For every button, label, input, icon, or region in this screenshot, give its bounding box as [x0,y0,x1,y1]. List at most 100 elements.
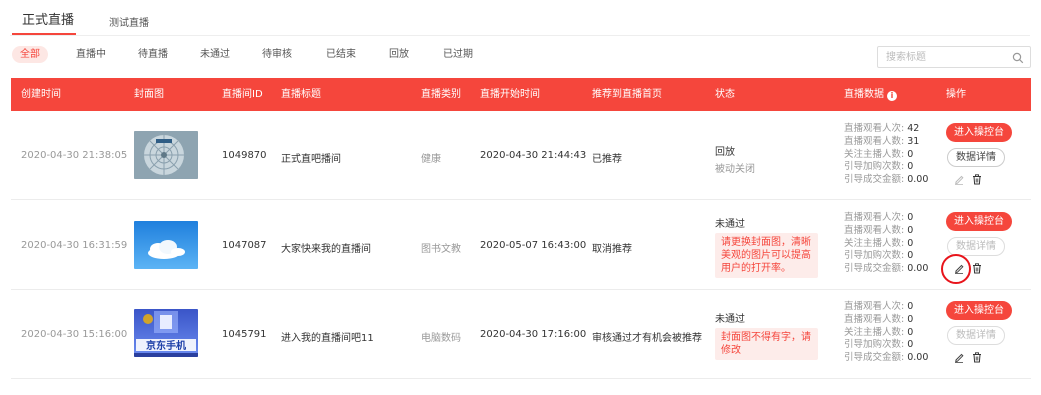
col-status: 状态 [715,89,735,100]
live-category: 健康 [421,154,441,165]
stat-sales-amount: 引导成交金额: 0.00 [844,263,929,275]
row-icon-actions [941,254,1016,284]
row-actions: 进入操控台 数据详情 [941,212,1016,284]
room-id: 1045791 [222,329,267,340]
recommend-status: 审核通过才有机会被推荐 [592,329,702,344]
stat-views: 直播观看人次: 0 [844,301,914,312]
live-category: 图书文教 [421,244,461,255]
tab-formal-live[interactable]: 正式直播 [22,9,74,28]
data-detail-button: 数据详情 [947,326,1005,345]
stat-add-to-cart: 引导加购次数: 0 [844,339,914,351]
live-stats: 直播观看人次: 0 直播观看人数: 0 关注主播人数: 0 引导加购次数: 0 … [844,212,928,276]
col-title: 直播标题 [281,89,321,100]
col-actions: 操作 [946,89,966,100]
stat-views: 直播观看人次: 42 [844,123,920,134]
edit-icon[interactable] [954,174,964,185]
status-text: 未通过 [715,219,745,230]
live-status: 未通过 封面图不得有字，请修改 [715,310,818,360]
row-actions: 进入操控台 数据详情 [946,123,1016,186]
live-title: 正式直吧播间 [281,154,341,165]
delete-icon[interactable] [972,174,982,185]
status-text: 未通过 [715,314,745,325]
jd-phone-image: 京东手机 [134,309,198,357]
cover-text: 京东手机 [146,339,186,352]
sky-image [134,221,198,269]
highlight-circle [941,254,971,284]
cover-image [134,131,198,179]
edit-icon[interactable] [954,352,964,363]
stat-viewers: 直播观看人数: 31 [844,135,920,147]
enter-console-button[interactable]: 进入操控台 [946,301,1012,320]
filter-all[interactable]: 全部 [12,46,48,63]
live-type-tabs: 正式直播 测试直播 [10,0,1030,36]
filter-playback[interactable]: 回放 [381,46,417,63]
stat-followers: 关注主播人数: 0 [844,148,914,160]
col-room-id: 直播间ID [222,89,263,100]
live-title: 大家快来我的直播间 [281,244,371,255]
status-subtext: 被动关闭 [715,164,755,175]
live-status: 未通过 请更换封面图，清晰美观的图片可以提高用户的打开率。 [715,215,818,278]
start-time: 2020-05-07 16:43:00 [480,240,587,251]
filter-pending-review[interactable]: 待审核 [254,46,300,63]
recommend-status: 取消推荐 [592,240,632,255]
status-filter-bar: 全部 直播中 待直播 未通过 待审核 已结束 回放 已过期 [12,46,612,64]
created-time: 2020-04-30 21:38:05 [21,150,128,161]
delete-icon[interactable] [972,352,982,363]
reject-reason: 封面图不得有字，请修改 [715,328,818,360]
start-time: 2020-04-30 21:44:43 [480,150,587,161]
row-actions: 进入操控台 数据详情 [946,301,1016,364]
cover-image [134,221,198,269]
cancel-recommend-link[interactable]: 取消推荐 [592,244,632,255]
filter-rejected[interactable]: 未通过 [192,46,238,63]
recommend-text: 已推荐 [592,154,622,165]
stat-viewers: 直播观看人数: 0 [844,224,914,236]
filter-ended[interactable]: 已结束 [318,46,364,63]
table-row: 2020-04-30 15:16:00 京东手机 1045791 进入我的直播间… [11,290,1031,379]
stat-followers: 关注主播人数: 0 [844,326,914,338]
filter-upcoming[interactable]: 待直播 [130,46,176,63]
enter-console-button[interactable]: 进入操控台 [946,212,1012,231]
tab-test-live[interactable]: 测试直播 [109,14,149,29]
stat-sales-amount: 引导成交金额: 0.00 [844,352,929,364]
filter-expired[interactable]: 已过期 [435,46,481,63]
cover-image: 京东手机 [134,309,198,357]
stat-views: 直播观看人次: 0 [844,212,914,223]
table-header: 创建时间 封面图 直播间ID 直播标题 直播类别 直播开始时间 推荐到直播首页 … [11,78,1031,111]
start-time: 2020-04-30 17:16:00 [480,329,587,340]
stat-add-to-cart: 引导加购次数: 0 [844,250,914,262]
data-detail-button[interactable]: 数据详情 [947,148,1005,167]
col-start-time: 直播开始时间 [480,89,540,100]
stat-sales-amount: 引导成交金额: 0.00 [844,174,929,186]
search-box [877,46,1031,68]
stat-followers: 关注主播人数: 0 [844,237,914,249]
col-live-data: 直播数据 i [844,78,897,111]
live-title: 进入我的直播间吧11 [281,333,374,344]
delete-icon[interactable] [972,263,982,274]
live-stats: 直播观看人次: 0 直播观看人数: 0 关注主播人数: 0 引导加购次数: 0 … [844,301,928,365]
reject-reason: 请更换封面图，清晰美观的图片可以提高用户的打开率。 [715,233,818,278]
created-time: 2020-04-30 16:31:59 [21,240,128,251]
table-row: 2020-04-30 16:31:59 1047087 大家快来我的直播间 图书… [11,200,1031,290]
col-live-data-label: 直播数据 [844,89,884,100]
room-id: 1049870 [222,150,267,161]
search-input[interactable] [886,50,1006,64]
stat-viewers: 直播观看人数: 0 [844,313,914,325]
col-created-time: 创建时间 [21,89,61,100]
col-recommend: 推荐到直播首页 [592,89,662,100]
row-icon-actions [954,352,1016,364]
live-category: 电脑数码 [421,333,461,344]
search-icon[interactable] [1012,52,1024,64]
table-row: 2020-04-30 21:38:05 1049870 正式直吧播间 健康 20… [11,111,1031,200]
live-stats: 直播观看人次: 42 直播观看人数: 31 关注主播人数: 0 引导加购次数: … [844,123,928,187]
fan-image [134,131,198,179]
enter-console-button[interactable]: 进入操控台 [946,123,1012,142]
recommend-status: 已推荐 [592,150,622,165]
row-icon-actions [954,174,1016,186]
active-tab-indicator [12,33,76,35]
status-text: 回放 [715,147,735,158]
stat-add-to-cart: 引导加购次数: 0 [844,161,914,173]
info-icon[interactable]: i [887,91,897,101]
col-cover: 封面图 [134,89,164,100]
filter-live[interactable]: 直播中 [68,46,114,63]
col-category: 直播类别 [421,89,461,100]
